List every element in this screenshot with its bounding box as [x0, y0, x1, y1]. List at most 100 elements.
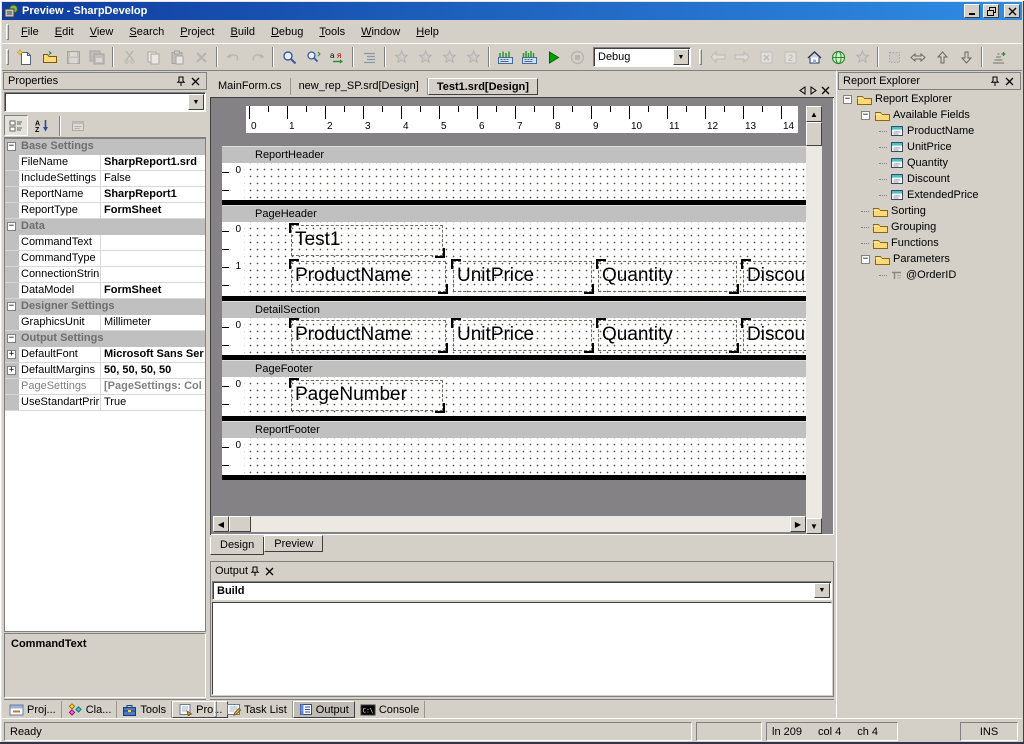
document-tab-new-rep-sp-srd-design[interactable]: new_rep_SP.srd[Design] [291, 78, 428, 95]
report-designer-surface[interactable]: 01234567891011121314 ReportHeader0PageHe… [210, 97, 834, 535]
scroll-tabs-left-icon[interactable] [799, 86, 806, 95]
section-divider[interactable] [222, 475, 806, 480]
chevron-down-icon[interactable]: ▼ [673, 49, 689, 65]
tree-node-quantity[interactable]: Quantity [839, 155, 1020, 171]
property-value[interactable]: FormSheet [101, 283, 205, 298]
menu-search[interactable]: Search [121, 23, 172, 41]
pad-tab-output[interactable]: Output [293, 701, 355, 718]
dock-tab-proj[interactable]: Proj... [4, 701, 62, 718]
view-tab-design[interactable]: Design [210, 537, 264, 555]
property-category-designer-settings[interactable]: −Designer Settings [5, 299, 205, 315]
property-value[interactable]: Millimeter [101, 315, 205, 330]
property-row-includesettings[interactable]: IncludeSettingsFalse [5, 171, 205, 187]
dock-tab-cla[interactable]: Cla... [62, 701, 118, 718]
section-canvas-reportheader[interactable] [244, 163, 806, 200]
property-row-defaultfont[interactable]: +DefaultFontMicrosoft Sans Ser [5, 347, 205, 363]
minimize-button[interactable] [964, 4, 980, 18]
pin-icon[interactable] [174, 75, 188, 88]
section-canvas-reportfooter[interactable] [244, 438, 806, 475]
tree-node-report-explorer[interactable]: −Report Explorer [839, 91, 1020, 107]
property-value[interactable] [101, 235, 205, 250]
property-category-data[interactable]: −Data [5, 219, 205, 235]
report-item-discount[interactable]: Discount [743, 261, 806, 292]
output-text-area[interactable] [212, 602, 832, 695]
pin-icon[interactable] [988, 75, 1002, 88]
property-row-commandtype[interactable]: CommandType [5, 251, 205, 267]
scroll-down-icon[interactable]: ▼ [806, 518, 822, 534]
property-row-connectionstrin[interactable]: ConnectionStrin [5, 267, 205, 283]
properties-panel-titlebar[interactable]: Properties [3, 72, 207, 90]
section-band-pagefooter[interactable]: PageFooter [222, 360, 806, 377]
menu-project[interactable]: Project [172, 23, 222, 41]
section-canvas-detailsection[interactable]: ProductNameUnitPriceQuantityDiscount [244, 318, 806, 355]
menu-view[interactable]: View [82, 23, 122, 41]
find-in-files-button[interactable] [301, 46, 325, 68]
menubar-grip[interactable] [6, 24, 9, 40]
close-document-icon[interactable] [821, 86, 830, 95]
restore-button[interactable] [983, 4, 999, 18]
property-value[interactable]: True [101, 395, 205, 410]
find-button[interactable] [277, 46, 301, 68]
title-bar[interactable]: Preview - SharpDevelop [2, 2, 1022, 20]
output-category-combo[interactable]: Build ▼ [212, 581, 832, 600]
designer-horizontal-scrollbar[interactable]: ◀ ▶ [213, 516, 806, 532]
property-row-defaultmargins[interactable]: +DefaultMargins50, 50, 50, 50 [5, 363, 205, 379]
pad-tab-console[interactable]: C:\Console [355, 701, 425, 718]
property-value[interactable] [101, 251, 205, 266]
move-up-button[interactable] [930, 46, 954, 68]
toolbar-grip[interactable] [699, 49, 702, 65]
tree-node-grouping[interactable]: Grouping [839, 219, 1020, 235]
report-item-discount[interactable]: Discount [743, 320, 806, 351]
debug-target-combo[interactable]: Debug▼ [593, 47, 691, 67]
property-row-filename[interactable]: FileNameSharpReport1.srd [5, 155, 205, 171]
collapse-icon[interactable]: − [7, 334, 16, 343]
categorized-button[interactable] [4, 115, 28, 136]
horizontal-scroll-thumb[interactable] [229, 516, 251, 532]
report-explorer-titlebar[interactable]: Report Explorer [838, 72, 1021, 90]
section-band-pageheader[interactable]: PageHeader [222, 205, 806, 222]
property-row-reporttype[interactable]: ReportTypeFormSheet [5, 203, 205, 219]
collapse-icon[interactable]: − [7, 302, 16, 311]
tree-node-orderid[interactable]: @OrderID [839, 267, 1020, 283]
property-value[interactable] [101, 267, 205, 282]
property-value[interactable]: SharpReport1 [101, 187, 205, 202]
web-browser-button[interactable] [826, 46, 850, 68]
close-icon[interactable] [1002, 75, 1016, 88]
collapse-icon[interactable]: − [861, 111, 870, 120]
report-item-productname[interactable]: ProductName [291, 261, 446, 292]
property-row-usestandartprir[interactable]: UseStandartPrirTrue [5, 395, 205, 411]
move-down-button[interactable] [954, 46, 978, 68]
view-tab-preview[interactable]: Preview [264, 535, 323, 552]
property-value[interactable]: False [101, 171, 205, 186]
property-category-base-settings[interactable]: −Base Settings [5, 139, 205, 155]
chevron-down-icon[interactable]: ▼ [814, 583, 830, 598]
pad-tab-task-list[interactable]: Task List [221, 701, 293, 718]
menu-help[interactable]: Help [408, 23, 447, 41]
close-icon[interactable] [188, 75, 202, 88]
tree-node-extendedprice[interactable]: ExtendedPrice [839, 187, 1020, 203]
report-item-quantity[interactable]: Quantity [598, 261, 737, 292]
report-item-unitprice[interactable]: UnitPrice [453, 261, 592, 292]
section-canvas-pageheader[interactable]: Test1ProductNameUnitPriceQuantityDiscoun… [244, 222, 806, 296]
property-category-output-settings[interactable]: −Output Settings [5, 331, 205, 347]
dock-tab-tools[interactable]: Tools [117, 701, 172, 718]
build-button[interactable] [493, 46, 517, 68]
document-tab-mainform-cs[interactable]: MainForm.cs [210, 78, 291, 95]
horizontal-spacing-button[interactable] [906, 46, 930, 68]
property-value[interactable]: SharpReport1.srd [101, 155, 205, 170]
replace-button[interactable]: aя [325, 46, 349, 68]
tree-node-functions[interactable]: Functions [839, 235, 1020, 251]
menu-file[interactable]: File [13, 23, 47, 41]
expand-icon[interactable]: + [7, 350, 16, 359]
sort-items-button[interactable] [986, 46, 1010, 68]
property-row-reportname[interactable]: ReportNameSharpReport1 [5, 187, 205, 203]
vertical-scroll-thumb[interactable] [806, 122, 822, 146]
comment-region-button[interactable] [357, 46, 381, 68]
menu-window[interactable]: Window [353, 23, 408, 41]
property-value[interactable]: [PageSettings: Col [101, 379, 205, 394]
report-item-unitprice[interactable]: UnitPrice [453, 320, 592, 351]
expand-icon[interactable]: + [7, 366, 16, 375]
document-tab-test1-srd-design[interactable]: Test1.srd[Design] [428, 78, 538, 95]
report-item-pagenumber[interactable]: PageNumber [291, 380, 443, 411]
property-row-datamodel[interactable]: DataModelFormSheet [5, 283, 205, 299]
